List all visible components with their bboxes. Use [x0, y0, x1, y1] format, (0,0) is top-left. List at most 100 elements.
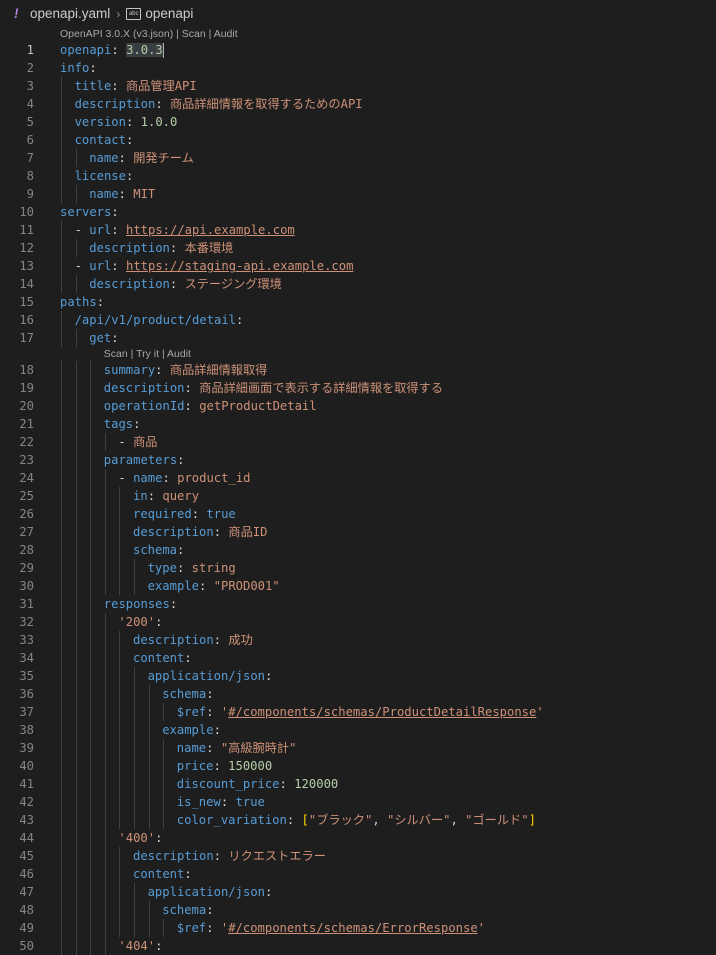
code-line[interactable]: 17 get:: [0, 329, 716, 347]
code-content[interactable]: responses:: [104, 595, 177, 613]
code-content[interactable]: $ref: '#/components/schemas/ErrorRespons…: [177, 919, 485, 937]
code-content[interactable]: description: ステージング環境: [89, 275, 282, 293]
code-line[interactable]: 18 summary: 商品詳細情報取得: [0, 361, 716, 379]
code-line[interactable]: 10 servers:: [0, 203, 716, 221]
code-content[interactable]: parameters:: [104, 451, 185, 469]
code-line[interactable]: 45 description: リクエストエラー: [0, 847, 716, 865]
code-line[interactable]: 26 required: true: [0, 505, 716, 523]
code-line[interactable]: 32 '200':: [0, 613, 716, 631]
code-line[interactable]: 41 discount_price: 120000: [0, 775, 716, 793]
code-line[interactable]: 13 - url: https://staging-api.example.com: [0, 257, 716, 275]
code-content[interactable]: type: string: [148, 559, 236, 577]
code-line[interactable]: 43 color_variation: ["ブラック", "シルバー", "ゴール…: [0, 811, 716, 829]
code-content[interactable]: schema:: [133, 541, 184, 559]
yaml-link[interactable]: https://api.example.com: [126, 223, 295, 237]
code-line[interactable]: 29 type: string: [0, 559, 716, 577]
code-line[interactable]: 35 application/json:: [0, 667, 716, 685]
code-line[interactable]: 24 - name: product_id: [0, 469, 716, 487]
code-line[interactable]: 39 name: "高級腕時計": [0, 739, 716, 757]
code-content[interactable]: version: 1.0.0: [75, 113, 178, 131]
code-content[interactable]: summary: 商品詳細情報取得: [104, 361, 268, 379]
code-line[interactable]: 46 content:: [0, 865, 716, 883]
codelens-get[interactable]: Scan | Try it | Audit: [0, 347, 716, 361]
code-line[interactable]: 6 contact:: [0, 131, 716, 149]
code-content[interactable]: name: 開発チーム: [89, 149, 194, 167]
code-line[interactable]: 20 operationId: getProductDetail: [0, 397, 716, 415]
code-content[interactable]: info:: [60, 59, 97, 77]
code-content[interactable]: description: 商品詳細情報を取得するためのAPI: [75, 95, 363, 113]
code-content[interactable]: - name: product_id: [118, 469, 250, 487]
yaml-link[interactable]: https://staging-api.example.com: [126, 259, 353, 273]
code-content[interactable]: name: "高級腕時計": [177, 739, 297, 757]
code-line[interactable]: 31 responses:: [0, 595, 716, 613]
codelens-openapi[interactable]: OpenAPI 3.0.X (v3.json) | Scan | Audit: [0, 27, 716, 41]
code-content[interactable]: discount_price: 120000: [177, 775, 338, 793]
code-line[interactable]: 15 paths:: [0, 293, 716, 311]
breadcrumb-symbol[interactable]: openapi: [145, 6, 193, 21]
code-content[interactable]: get:: [89, 329, 118, 347]
code-content[interactable]: color_variation: ["ブラック", "シルバー", "ゴールド"…: [177, 811, 536, 829]
code-content[interactable]: content:: [133, 649, 192, 667]
code-line[interactable]: 21 tags:: [0, 415, 716, 433]
breadcrumb-file[interactable]: openapi.yaml: [30, 6, 110, 21]
code-content[interactable]: description: 商品詳細画面で表示する詳細情報を取得する: [104, 379, 443, 397]
code-line[interactable]: 47 application/json:: [0, 883, 716, 901]
code-line[interactable]: 8 license:: [0, 167, 716, 185]
code-content[interactable]: title: 商品管理API: [75, 77, 197, 95]
code-line[interactable]: 30 example: "PROD001": [0, 577, 716, 595]
code-content[interactable]: '200':: [118, 613, 162, 631]
code-line[interactable]: 5 version: 1.0.0: [0, 113, 716, 131]
code-line[interactable]: 19 description: 商品詳細画面で表示する詳細情報を取得する: [0, 379, 716, 397]
code-content[interactable]: is_new: true: [177, 793, 265, 811]
code-content[interactable]: description: 成功: [133, 631, 253, 649]
code-content[interactable]: description: 本番環境: [89, 239, 233, 257]
code-content[interactable]: tags:: [104, 415, 141, 433]
code-line[interactable]: 14 description: ステージング環境: [0, 275, 716, 293]
code-line[interactable]: 42 is_new: true: [0, 793, 716, 811]
code-line[interactable]: 50 '404':: [0, 937, 716, 955]
code-line[interactable]: 2 info:: [0, 59, 716, 77]
code-line[interactable]: 28 schema:: [0, 541, 716, 559]
code-content[interactable]: - url: https://api.example.com: [75, 221, 295, 239]
code-content[interactable]: '404':: [118, 937, 162, 955]
code-line[interactable]: 38 example:: [0, 721, 716, 739]
code-content[interactable]: application/json:: [148, 667, 273, 685]
code-line[interactable]: 1 openapi: 3.0.3: [0, 41, 716, 59]
code-line[interactable]: 27 description: 商品ID: [0, 523, 716, 541]
code-content[interactable]: contact:: [75, 131, 134, 149]
code-content[interactable]: description: リクエストエラー: [133, 847, 326, 865]
code-line[interactable]: 44 '400':: [0, 829, 716, 847]
code-line[interactable]: 34 content:: [0, 649, 716, 667]
code-line[interactable]: 22 - 商品: [0, 433, 716, 451]
code-content[interactable]: - url: https://staging-api.example.com: [75, 257, 354, 275]
code-line[interactable]: 3 title: 商品管理API: [0, 77, 716, 95]
code-line[interactable]: 9 name: MIT: [0, 185, 716, 203]
code-content[interactable]: name: MIT: [89, 185, 155, 203]
code-content[interactable]: '400':: [118, 829, 162, 847]
code-content[interactable]: schema:: [162, 685, 213, 703]
code-content[interactable]: /api/v1/product/detail:: [75, 311, 244, 329]
code-lines[interactable]: 1 openapi: 3.0.3 2 info: 3 title: 商品管理API 4 des…: [0, 41, 716, 955]
code-content[interactable]: schema:: [162, 901, 213, 919]
code-line[interactable]: 49 $ref: '#/components/schemas/ErrorRespo…: [0, 919, 716, 937]
code-line[interactable]: 4 description: 商品詳細情報を取得するためのAPI: [0, 95, 716, 113]
code-content[interactable]: license:: [75, 167, 134, 185]
code-line[interactable]: 16/api/v1/product/detail:: [0, 311, 716, 329]
code-line[interactable]: 25 in: query: [0, 487, 716, 505]
code-line[interactable]: 11 - url: https://api.example.com: [0, 221, 716, 239]
code-line[interactable]: 40 price: 150000: [0, 757, 716, 775]
code-content[interactable]: openapi: 3.0.3: [60, 41, 164, 59]
code-content[interactable]: example: "PROD001": [148, 577, 280, 595]
code-content[interactable]: in: query: [133, 487, 199, 505]
code-line[interactable]: 36 schema:: [0, 685, 716, 703]
code-line[interactable]: 33 description: 成功: [0, 631, 716, 649]
code-line[interactable]: 23 parameters:: [0, 451, 716, 469]
code-content[interactable]: application/json:: [148, 883, 273, 901]
code-line[interactable]: 12 description: 本番環境: [0, 239, 716, 257]
codelens-openapi-text[interactable]: OpenAPI 3.0.X (v3.json) | Scan | Audit: [60, 28, 238, 40]
code-content[interactable]: paths:: [60, 293, 104, 311]
code-content[interactable]: - 商品: [118, 433, 157, 451]
code-content[interactable]: required: true: [133, 505, 236, 523]
code-content[interactable]: content:: [133, 865, 192, 883]
yaml-link[interactable]: #/components/schemas/ErrorResponse: [228, 921, 477, 935]
